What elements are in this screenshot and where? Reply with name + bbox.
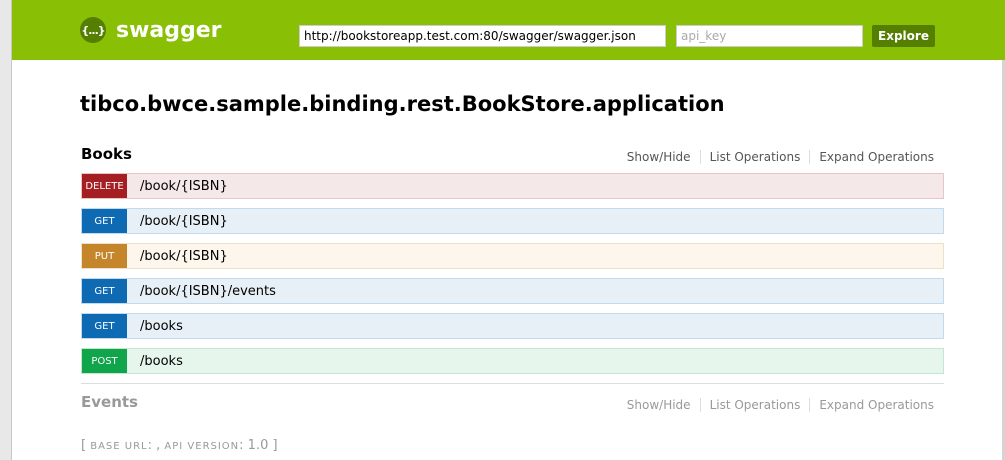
explore-button[interactable]: Explore	[872, 25, 935, 47]
method-badge[interactable]: DELETE	[82, 174, 127, 198]
method-badge[interactable]: GET	[82, 279, 127, 303]
operation-get-books[interactable]: GET /books	[81, 313, 944, 339]
expand-operations-link[interactable]: Expand Operations	[810, 398, 934, 412]
operation-get-book-isbn-events[interactable]: GET /book/{ISBN}/events	[81, 278, 944, 304]
api-version-value: : 1.0	[239, 438, 269, 453]
list-operations-link[interactable]: List Operations	[701, 398, 811, 412]
show-hide-link[interactable]: Show/Hide	[618, 398, 701, 412]
operations-list-books: DELETE /book/{ISBN} GET /book/{ISBN} PUT…	[81, 173, 944, 383]
resource-divider	[81, 383, 944, 384]
operation-delete-book-isbn[interactable]: DELETE /book/{ISBN}	[81, 173, 944, 199]
base-url-label: BASE URL	[90, 441, 148, 452]
operation-post-books[interactable]: POST /books	[81, 348, 944, 374]
api-title: tibco.bwce.sample.binding.rest.BookStore…	[80, 92, 725, 116]
expand-operations-link[interactable]: Expand Operations	[810, 150, 934, 164]
show-hide-link[interactable]: Show/Hide	[618, 150, 701, 164]
operation-path[interactable]: /book/{ISBN}/events	[127, 279, 276, 303]
swagger-header: {...} swagger Explore	[12, 0, 1005, 60]
swagger-logo-icon: {...}	[80, 17, 106, 43]
operation-path[interactable]: /books	[127, 349, 183, 373]
footer-close-bracket: ]	[272, 438, 278, 453]
operation-path[interactable]: /book/{ISBN}	[127, 174, 228, 198]
operation-get-book-isbn[interactable]: GET /book/{ISBN}	[81, 208, 944, 234]
resource-heading-events[interactable]: Events	[81, 393, 138, 411]
method-badge[interactable]: GET	[82, 209, 127, 233]
window-frame-left	[0, 0, 12, 460]
resource-links-events: Show/Hide List Operations Expand Operati…	[618, 398, 934, 412]
resource-links-books: Show/Hide List Operations Expand Operati…	[618, 150, 934, 164]
method-badge[interactable]: POST	[82, 349, 127, 373]
list-operations-link[interactable]: List Operations	[701, 150, 811, 164]
swagger-logo[interactable]: {...} swagger	[80, 16, 222, 44]
api-info-footer: [ BASE URL: , API VERSION: 1.0 ]	[81, 438, 278, 453]
base-url-value: : ,	[147, 438, 161, 453]
api-version-label: API VERSION	[164, 441, 240, 452]
resource-heading-books[interactable]: Books	[81, 145, 132, 163]
operation-path[interactable]: /book/{ISBN}	[127, 244, 228, 268]
operation-path[interactable]: /books	[127, 314, 183, 338]
swagger-logo-text: swagger	[116, 17, 222, 43]
operation-put-book-isbn[interactable]: PUT /book/{ISBN}	[81, 243, 944, 269]
operation-path[interactable]: /book/{ISBN}	[127, 209, 228, 233]
method-badge[interactable]: PUT	[82, 244, 127, 268]
api-key-input[interactable]	[676, 25, 863, 47]
spec-url-input[interactable]	[299, 25, 666, 47]
method-badge[interactable]: GET	[82, 314, 127, 338]
footer-open-bracket: [	[81, 438, 87, 453]
